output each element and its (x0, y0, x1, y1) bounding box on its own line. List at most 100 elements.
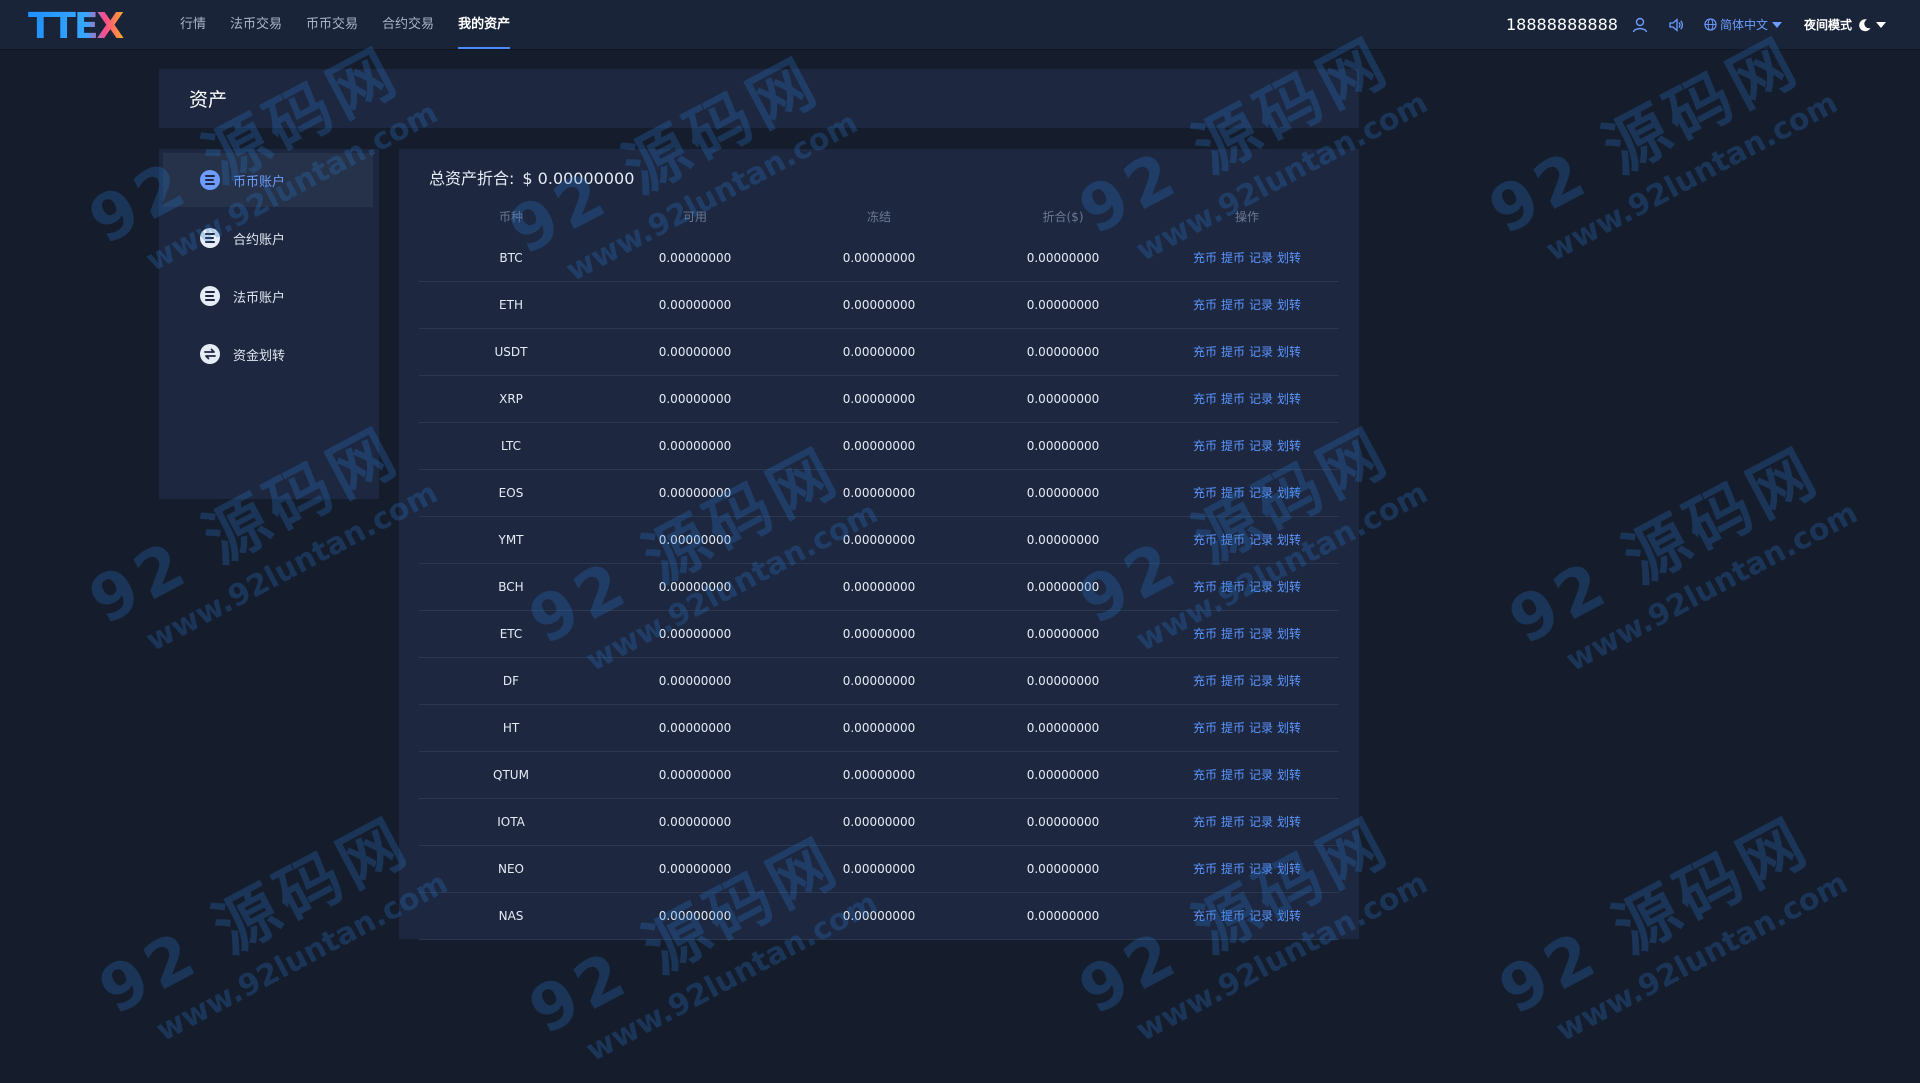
records-link[interactable]: 记录 (1249, 439, 1273, 453)
nav-market[interactable]: 行情 (180, 0, 206, 49)
transfer-link[interactable]: 划转 (1277, 721, 1301, 735)
sidebar-item-label: 法币账户 (233, 290, 286, 306)
withdraw-link[interactable]: 提币 (1221, 345, 1245, 359)
total-assets-summary: 总资产折合: $ 0.00000000 (429, 165, 634, 189)
records-link[interactable]: 记录 (1249, 298, 1273, 312)
table-row: NEO 0.00000000 0.00000000 0.00000000 充币 提币 记录划… (419, 846, 1339, 893)
sidebar-item-coin-account[interactable]: 币币账户 (163, 153, 373, 207)
language-selector[interactable]: 简体中文 (1704, 16, 1782, 33)
watermark-main: 92 源码网 (1497, 434, 1833, 660)
records-link[interactable]: 记录 (1249, 580, 1273, 594)
withdraw-link[interactable]: 提币 (1221, 721, 1245, 735)
transfer-link[interactable]: 划转 (1277, 251, 1301, 265)
deposit-link[interactable]: 充币 (1193, 674, 1217, 688)
equivalent-cell: 0.00000000 (1026, 298, 1100, 312)
deposit-link[interactable]: 充币 (1193, 815, 1217, 829)
withdraw-link[interactable]: 提币 (1221, 533, 1245, 547)
records-link[interactable]: 记录 (1249, 815, 1273, 829)
records-link[interactable]: 记录 (1249, 486, 1273, 500)
transfer-link[interactable]: 划转 (1277, 909, 1301, 923)
equivalent-cell: 0.00000000 (1026, 909, 1100, 923)
nav-coin-trade[interactable]: 币币交易 (306, 0, 358, 49)
transfer-link[interactable]: 划转 (1277, 580, 1301, 594)
deposit-link[interactable]: 充币 (1193, 251, 1217, 265)
withdraw-link[interactable]: 提币 (1221, 862, 1245, 876)
available-cell: 0.00000000 (658, 909, 732, 923)
transfer-link[interactable]: 划转 (1277, 439, 1301, 453)
withdraw-link[interactable]: 提币 (1221, 909, 1245, 923)
transfer-link[interactable]: 划转 (1277, 533, 1301, 547)
chevron-down-icon (1876, 21, 1886, 28)
sidebar-item-contract-account[interactable]: 合约账户 (163, 211, 373, 265)
transfer-link[interactable]: 划转 (1277, 627, 1301, 641)
deposit-link[interactable]: 充币 (1193, 580, 1217, 594)
nav-my-assets[interactable]: 我的资产 (458, 0, 511, 49)
table-header: 币种 可用 冻结 折合($) 操作 (419, 208, 1339, 228)
withdraw-link[interactable]: 提币 (1221, 580, 1245, 594)
top-right-controls: 18888888888 简体中文 夜间模式 (1506, 0, 1886, 49)
ttex-logo[interactable]: TTEX (28, 8, 153, 44)
withdraw-link[interactable]: 提币 (1221, 251, 1245, 265)
transfer-link[interactable]: 划转 (1277, 392, 1301, 406)
table-row: LTC 0.00000000 0.00000000 0.00000000 充币 提币 记录划… (419, 423, 1339, 470)
withdraw-link[interactable]: 提币 (1221, 392, 1245, 406)
watermark-url: www.92luntan.com (1540, 85, 1844, 269)
row-actions: 充币 提币 记录 划转 (1155, 423, 1339, 469)
nav-fiat-trade[interactable]: 法币交易 (230, 0, 282, 49)
transfer-link[interactable]: 划转 (1277, 674, 1301, 688)
deposit-link[interactable]: 充币 (1193, 768, 1217, 782)
total-assets-label: 总资产折合: (429, 169, 515, 188)
withdraw-link[interactable]: 提币 (1221, 486, 1245, 500)
night-mode-label: 夜间模式 (1803, 18, 1852, 32)
transfer-link[interactable]: 划转 (1277, 298, 1301, 312)
withdraw-link[interactable]: 提币 (1221, 627, 1245, 641)
records-link[interactable]: 记录 (1249, 533, 1273, 547)
records-link[interactable]: 记录 (1249, 674, 1273, 688)
currency-cell: XRP (499, 392, 523, 406)
watermark-url: www.92luntan.com (1560, 495, 1864, 679)
equivalent-cell: 0.00000000 (1026, 815, 1100, 829)
nav-contract-trade[interactable]: 合约交易 (382, 0, 434, 49)
records-link[interactable]: 记录 (1249, 909, 1273, 923)
withdraw-link[interactable]: 提币 (1221, 815, 1245, 829)
sidebar-item-fiat-account[interactable]: 法币账户 (163, 269, 373, 323)
equivalent-cell: 0.00000000 (1026, 627, 1100, 641)
watermark: 92 源码网 www.92luntan.com (1481, 784, 1853, 1063)
deposit-link[interactable]: 充币 (1193, 909, 1217, 923)
user-icon[interactable] (1632, 17, 1648, 33)
transfer-link[interactable]: 划转 (1277, 768, 1301, 782)
deposit-link[interactable]: 充币 (1193, 298, 1217, 312)
transfer-link[interactable]: 划转 (1277, 486, 1301, 500)
frozen-cell: 0.00000000 (842, 392, 916, 406)
deposit-link[interactable]: 充币 (1193, 721, 1217, 735)
speaker-icon[interactable] (1668, 17, 1684, 33)
deposit-link[interactable]: 充币 (1193, 345, 1217, 359)
records-link[interactable]: 记录 (1249, 862, 1273, 876)
transfer-link[interactable]: 划转 (1277, 815, 1301, 829)
sidebar-item-transfer[interactable]: 资金划转 (163, 327, 373, 381)
records-link[interactable]: 记录 (1249, 392, 1273, 406)
total-assets-value: $ 0.00000000 (522, 169, 635, 188)
deposit-link[interactable]: 充币 (1193, 439, 1217, 453)
records-link[interactable]: 记录 (1249, 345, 1273, 359)
records-link[interactable]: 记录 (1249, 721, 1273, 735)
transfer-link[interactable]: 划转 (1277, 345, 1301, 359)
records-link[interactable]: 记录 (1249, 251, 1273, 265)
deposit-link[interactable]: 充币 (1193, 627, 1217, 641)
currency-cell: HT (502, 721, 520, 735)
records-link[interactable]: 记录 (1249, 627, 1273, 641)
deposit-link[interactable]: 充币 (1193, 392, 1217, 406)
withdraw-link[interactable]: 提币 (1221, 768, 1245, 782)
deposit-link[interactable]: 充币 (1193, 486, 1217, 500)
records-link[interactable]: 记录 (1249, 768, 1273, 782)
deposit-link[interactable]: 充币 (1193, 862, 1217, 876)
withdraw-link[interactable]: 提币 (1221, 674, 1245, 688)
withdraw-link[interactable]: 提币 (1221, 439, 1245, 453)
withdraw-link[interactable]: 提币 (1221, 298, 1245, 312)
deposit-link[interactable]: 充币 (1193, 533, 1217, 547)
frozen-cell: 0.00000000 (842, 533, 916, 547)
night-mode-toggle[interactable]: 夜间模式 (1804, 16, 1886, 33)
chevron-down-icon (1771, 21, 1782, 28)
user-phone[interactable]: 18888888888 (1506, 15, 1618, 34)
transfer-link[interactable]: 划转 (1277, 862, 1301, 876)
